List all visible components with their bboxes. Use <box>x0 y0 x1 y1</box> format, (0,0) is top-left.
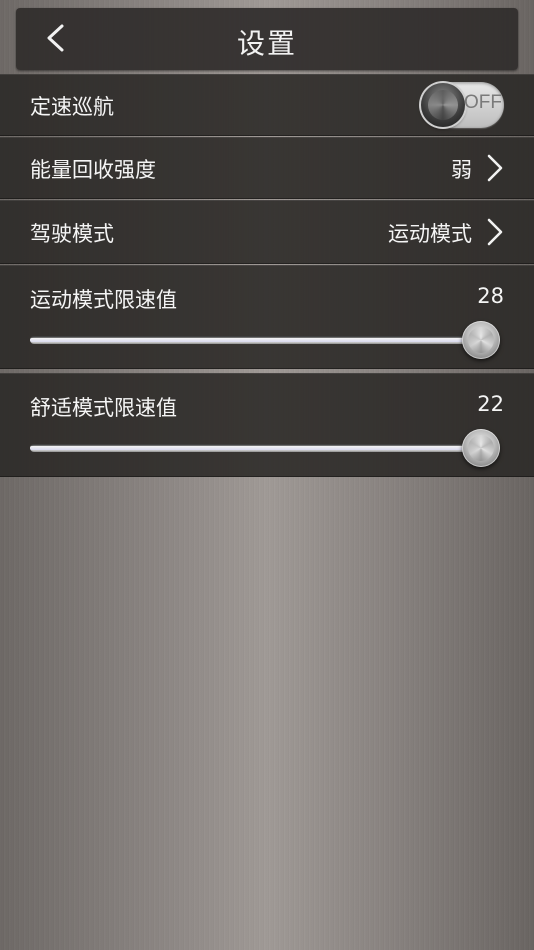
sport-mode-speed-limit-label: 运动模式限速值 <box>30 288 177 312</box>
comfort-mode-speed-limit-label: 舒适模式限速值 <box>30 396 177 420</box>
app-header: 设置 <box>16 8 518 70</box>
cruise-control-row: 定速巡航 OFF <box>0 74 534 136</box>
toggle-knob <box>421 83 465 127</box>
regen-strength-label: 能量回收强度 <box>30 158 156 182</box>
sport-mode-speed-limit-value: 28 <box>477 284 504 308</box>
comfort-limit-slider-thumb[interactable] <box>462 429 500 467</box>
drive-mode-label: 驾驶模式 <box>30 222 114 246</box>
comfort-mode-speed-limit-value: 22 <box>477 392 504 416</box>
drive-mode-row[interactable]: 驾驶模式 运动模式 <box>0 200 534 264</box>
toggle-state-label: OFF <box>464 92 502 113</box>
page-title: 设置 <box>236 27 297 60</box>
sport-limit-slider-fill <box>30 338 481 342</box>
comfort-limit-slider-track[interactable] <box>30 429 500 467</box>
sport-mode-speed-limit-row: 运动模式限速值 28 <box>0 265 534 369</box>
chevron-right-icon <box>487 154 503 182</box>
comfort-limit-slider-fill <box>30 446 481 450</box>
comfort-mode-speed-limit-row: 舒适模式限速值 22 <box>0 373 534 477</box>
drive-mode-value: 运动模式 <box>388 222 472 246</box>
regen-strength-row[interactable]: 能量回收强度 弱 <box>0 137 534 199</box>
sport-limit-slider-thumb[interactable] <box>462 321 500 359</box>
chevron-right-icon <box>487 218 503 246</box>
cruise-control-label: 定速巡航 <box>30 95 114 119</box>
cruise-control-toggle[interactable]: OFF <box>420 82 504 128</box>
regen-strength-value: 弱 <box>451 158 472 182</box>
sport-limit-slider-track[interactable] <box>30 321 500 359</box>
